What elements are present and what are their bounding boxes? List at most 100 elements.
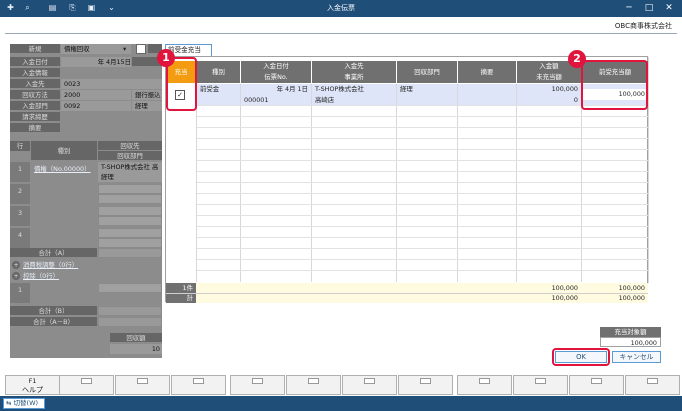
total-b-label: 合計（B） [10, 306, 97, 316]
expand-icon[interactable]: + [12, 272, 20, 280]
target-amount-label: 充当対象額 [600, 327, 661, 337]
org-name: OBC商事株式会社 [614, 22, 672, 30]
close-icon[interactable]: ✕ [660, 2, 678, 14]
total-b-value [98, 306, 162, 316]
header-dept: 回収部門 [98, 151, 162, 161]
label-dept: 入金部門 [10, 101, 60, 111]
header-row: 行 [10, 141, 30, 152]
grid-col-line [457, 84, 458, 282]
key-placeholder-icon [420, 378, 431, 384]
total-label: 計 [166, 293, 196, 303]
key-placeholder-icon [308, 378, 319, 384]
cancel-button[interactable]: キャンセル [612, 351, 661, 363]
key-placeholder-icon [252, 378, 263, 384]
expand-icon[interactable]: + [12, 261, 20, 269]
switch-button[interactable]: ⇆ 切替(W) [3, 398, 45, 409]
grid-row-line [197, 226, 648, 227]
label-date: 入金日付 [10, 57, 60, 67]
line4-collect[interactable] [98, 228, 162, 238]
function-key[interactable] [457, 375, 512, 395]
key-placeholder-icon [479, 378, 490, 384]
function-key[interactable] [342, 375, 397, 395]
function-key[interactable] [230, 375, 285, 395]
left-form-panel: 新規 債権回収 ▾ 入金日付 年 4月15日 入金情報 入金先 0023 回収方… [10, 44, 162, 358]
grid-row-line [197, 138, 648, 139]
new-label: 新規 [10, 44, 60, 54]
total-ab-label: 合計（A－B） [10, 317, 97, 327]
total-ab-value [98, 317, 162, 327]
label-info: 入金情報 [10, 68, 60, 78]
type-select[interactable]: 債権回収 [61, 44, 131, 54]
grid-row-line [197, 259, 648, 260]
function-key[interactable] [115, 375, 170, 395]
annotation-box-ok [552, 348, 610, 366]
header-type: 種別 [197, 61, 240, 83]
target-amount-value: 100,000 [600, 337, 661, 347]
dept-code-field[interactable]: 0092 [61, 101, 131, 111]
tax-adjust-link[interactable]: 消費税調整（0行） [23, 260, 123, 270]
total-a-label: 合計（A） [10, 248, 97, 258]
line2-collect[interactable] [98, 184, 162, 194]
deduct-line-field[interactable] [98, 283, 162, 293]
header-dept: 回収部門 [397, 61, 457, 83]
header-payer: 入金先 [312, 61, 396, 72]
function-key[interactable] [513, 375, 568, 395]
label-billing: 請求締歴 [10, 112, 60, 122]
grid-row-line [197, 116, 648, 117]
function-key[interactable] [171, 375, 226, 395]
summary-line [166, 293, 648, 294]
function-key[interactable] [625, 375, 680, 395]
count-amount: 100,000 [551, 284, 578, 292]
method-code-field[interactable]: 2000 [61, 90, 131, 100]
f1-help-key[interactable]: F1 ヘルプ [5, 375, 60, 395]
function-key[interactable] [398, 375, 453, 395]
total-prepaid: 100,000 [618, 294, 645, 302]
minimize-icon[interactable]: ─ [620, 2, 638, 14]
function-key[interactable] [59, 375, 114, 395]
grid-col-line [581, 84, 582, 282]
header-date: 入金日付 [241, 61, 311, 72]
line-number: 1 [10, 162, 30, 182]
deduct-link[interactable]: 控除（0行） [23, 271, 123, 281]
title-bar: ✚ ⌕ ▤ ⎘ ▣ ⌄ 入金伝票 ─ □ ✕ [0, 0, 682, 17]
line-number: 2 [10, 184, 30, 204]
status-bar: ⇆ 切替(W) [0, 396, 682, 411]
function-key[interactable] [286, 375, 341, 395]
annotation-badge-2: 2 [568, 50, 586, 68]
line4-dept[interactable] [98, 238, 162, 248]
grid-row-line [197, 171, 648, 172]
total-a-value [98, 248, 162, 258]
row-payer: T-SHOP株式会社 [315, 85, 364, 93]
window-title: 入金伝票 [327, 4, 355, 12]
row-type: 前受金 [200, 85, 220, 93]
annotation-badge-1: 1 [157, 49, 175, 67]
date-field[interactable]: 年 4月15日 [61, 57, 131, 67]
line3-collect[interactable] [98, 206, 162, 216]
document-icon[interactable] [136, 44, 146, 54]
line3-dept[interactable] [98, 216, 162, 226]
grid-row-line [197, 149, 648, 150]
label-payer: 入金先 [10, 79, 60, 89]
header-memo: 摘要 [458, 61, 516, 83]
maximize-icon[interactable]: □ [640, 2, 658, 14]
f1-key-label: F1 [28, 377, 37, 385]
key-placeholder-icon [193, 378, 204, 384]
line1-link[interactable]: 債権（No.00000） [31, 164, 97, 174]
chevron-down-icon: ▾ [123, 44, 131, 54]
count-prepaid: 100,000 [618, 284, 645, 292]
key-placeholder-icon [364, 378, 375, 384]
function-key[interactable] [569, 375, 624, 395]
grid-row-line [197, 204, 648, 205]
payer-code-field[interactable]: 0023 [61, 79, 162, 89]
row-date: 年 4月 1日 [276, 85, 308, 93]
key-placeholder-icon [591, 378, 602, 384]
divider [5, 33, 677, 34]
total-amount: 100,000 [551, 294, 578, 302]
grid-row-line [197, 270, 648, 271]
line2-dept[interactable] [98, 194, 162, 204]
grid-row-line [197, 248, 648, 249]
prepaid-grid: 充当 種別 入金日付 伝票No. 入金先 事業所 回収部門 摘要 入金額 未充当… [165, 56, 649, 303]
row-amount: 100,000 [551, 85, 578, 93]
header-slip: 伝票No. [241, 72, 311, 83]
collect-amount-value: 10 [110, 344, 162, 354]
